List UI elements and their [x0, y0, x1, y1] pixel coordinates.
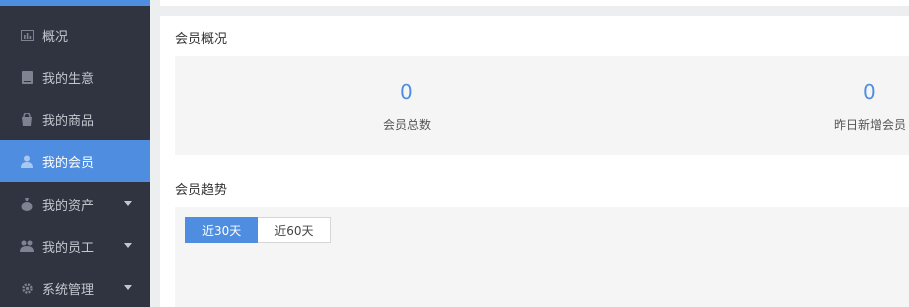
- sidebar-item-label: 我的资产: [42, 198, 95, 214]
- chevron-down-icon: [124, 201, 132, 206]
- sidebar-item-staff[interactable]: 我的员工: [0, 225, 150, 267]
- group-icon: [20, 239, 34, 253]
- top-strip: [160, 0, 909, 6]
- bag-icon: [20, 112, 34, 126]
- trend-title: 会员趋势: [175, 183, 228, 198]
- sidebar-item-overview[interactable]: 概况: [0, 14, 150, 56]
- sidebar-top-accent: [0, 0, 150, 6]
- main-content: 会员概况 0 会员总数 0 昨日新增会员 会员趋势 近30天 近60天: [160, 0, 909, 307]
- sidebar-item-products[interactable]: 我的商品: [0, 98, 150, 140]
- money-bag-icon: [20, 197, 34, 211]
- total-members-value: 0: [400, 80, 413, 104]
- total-members-label: 会员总数: [383, 118, 432, 132]
- sidebar-item-business[interactable]: 我的生意: [0, 56, 150, 98]
- new-members-value: 0: [863, 80, 876, 104]
- tab-30-days[interactable]: 近30天: [185, 217, 259, 243]
- new-members-label: 昨日新增会员: [834, 118, 907, 132]
- sidebar-item-label: 系统管理: [42, 282, 95, 298]
- sidebar-item-assets[interactable]: 我的资产: [0, 183, 150, 225]
- sidebar-item-label: 我的会员: [42, 155, 95, 171]
- tab-60-days[interactable]: 近60天: [258, 217, 331, 243]
- book-icon: [20, 70, 34, 84]
- user-icon: [20, 154, 34, 168]
- sidebar-item-members[interactable]: 我的会员: [0, 140, 150, 182]
- range-toggle: 近30天 近60天: [185, 217, 331, 243]
- sidebar: 概况 我的生意 我的商品 我的会员 我的资产 我的员工 系统管理: [0, 0, 150, 307]
- sidebar-item-label: 概况: [42, 29, 69, 45]
- sidebar-item-label: 我的商品: [42, 113, 95, 129]
- overview-stats: 0 会员总数 0 昨日新增会员: [175, 56, 909, 155]
- member-panel: 会员概况 0 会员总数 0 昨日新增会员 会员趋势 近30天 近60天: [160, 16, 909, 307]
- chevron-down-icon: [124, 285, 132, 290]
- chart-icon: [20, 28, 34, 42]
- overview-title: 会员概况: [175, 32, 228, 47]
- gear-icon: [20, 281, 34, 295]
- sidebar-item-label: 我的生意: [42, 71, 95, 87]
- chevron-down-icon: [124, 243, 132, 248]
- trend-area: 近30天 近60天: [175, 207, 909, 307]
- sidebar-item-system[interactable]: 系统管理: [0, 267, 150, 307]
- sidebar-item-label: 我的员工: [42, 240, 95, 256]
